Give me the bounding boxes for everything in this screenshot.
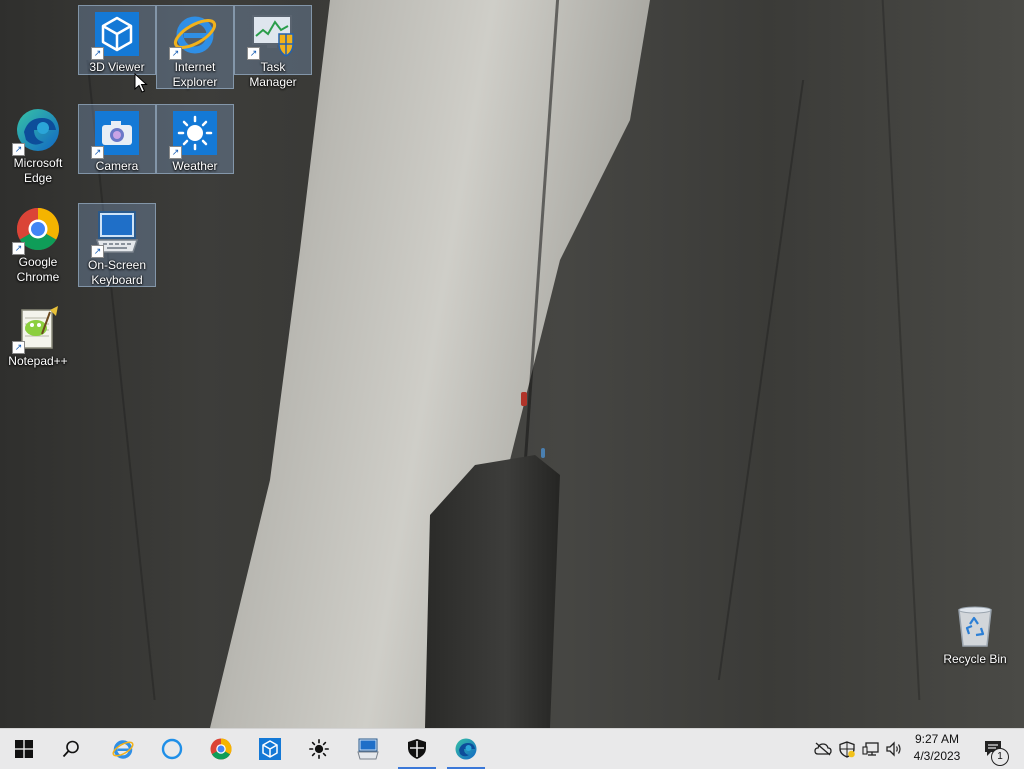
shield-icon [408, 739, 426, 759]
wallpaper-climber [521, 392, 527, 406]
wallpaper-crack [881, 0, 921, 700]
windows-logo-icon [15, 740, 33, 758]
desktop-icon-recycle-bin[interactable]: Recycle Bin [937, 598, 1013, 668]
camera-icon: ↗ [91, 109, 141, 159]
search-icon [62, 740, 79, 758]
action-center-button[interactable]: 1 [978, 729, 1009, 769]
taskbar-clock[interactable]: 9:27 AM 4/3/2023 [904, 731, 970, 767]
task-manager-icon: ↗ [247, 10, 297, 60]
taskbar-3d-viewer[interactable] [247, 729, 293, 769]
sun-icon [309, 739, 329, 759]
notification-count-badge: 1 [991, 748, 1009, 766]
tray-network[interactable] [860, 729, 882, 769]
wallpaper-climber [541, 448, 545, 458]
shortcut-arrow-icon: ↗ [169, 47, 182, 60]
clock-time: 9:27 AM [914, 732, 960, 746]
taskbar: 9:27 AM 4/3/2023 1 [0, 728, 1024, 769]
desktop-icon-label: Notepad++ [8, 354, 68, 368]
desktop-icon-weather[interactable]: ↗ Weather [156, 104, 234, 174]
desktop-icon-label: Weather [172, 159, 218, 173]
desktop-icon-internet-explorer[interactable]: ↗ Internet Explorer [156, 5, 234, 89]
ie-icon: ↗ [169, 10, 219, 60]
taskbar-google-chrome[interactable] [198, 729, 244, 769]
desktop-icon-3d-viewer[interactable]: ↗ 3D Viewer [78, 5, 156, 75]
desktop-icon-label: Google Chrome [16, 255, 60, 284]
desktop-icon-label: Recycle Bin [943, 652, 1007, 666]
keyboard-icon [357, 738, 379, 760]
cortana-icon [161, 738, 183, 760]
network-icon [862, 742, 879, 756]
cube-icon [259, 738, 281, 760]
desktop-icon-google-chrome[interactable]: ↗ Google Chrome [0, 201, 76, 284]
shortcut-arrow-icon: ↗ [12, 143, 25, 156]
recycle-bin-icon [951, 602, 999, 650]
desktop-icon-microsoft-edge[interactable]: ↗ Microsoft Edge [0, 102, 76, 185]
tray-onedrive[interactable] [812, 729, 834, 769]
search-button[interactable] [48, 729, 94, 769]
desktop-icon-label: Camera [95, 159, 139, 173]
shortcut-arrow-icon: ↗ [91, 47, 104, 60]
taskbar-windows-security[interactable] [394, 729, 440, 769]
mouse-cursor-icon [134, 73, 148, 93]
desktop-icon-label: Microsoft Edge [13, 156, 63, 185]
shortcut-arrow-icon: ↗ [247, 47, 260, 60]
cube-icon: ↗ [91, 10, 141, 60]
taskbar-cortana[interactable] [149, 729, 195, 769]
desktop-icon-camera[interactable]: ↗ Camera [78, 104, 156, 174]
volume-icon [886, 741, 901, 757]
onedrive-offline-icon [814, 742, 832, 756]
edge-icon [455, 738, 477, 760]
chrome-icon: ↗ [12, 205, 62, 255]
clock-date: 4/3/2023 [913, 749, 961, 763]
shortcut-arrow-icon: ↗ [12, 242, 25, 255]
taskbar-weather[interactable] [296, 729, 342, 769]
ie-icon [112, 740, 134, 759]
desktop-icon-on-screen-keyboard[interactable]: ↗ On-Screen Keyboard [78, 203, 156, 287]
desktop-icon-label: Internet Explorer [172, 60, 218, 89]
tray-volume[interactable] [883, 729, 905, 769]
start-button[interactable] [1, 729, 47, 769]
shortcut-arrow-icon: ↗ [169, 146, 182, 159]
taskbar-on-screen-keyboard[interactable] [345, 729, 391, 769]
notepad-plus-plus-icon: ↗ [12, 304, 62, 354]
security-warning-icon [839, 740, 855, 758]
desktop-icon-notepad-plus-plus[interactable]: ↗ Notepad++ [0, 300, 76, 368]
shortcut-arrow-icon: ↗ [91, 245, 104, 258]
desktop-icon-label: On-Screen Keyboard [87, 258, 147, 287]
keyboard-icon: ↗ [91, 208, 141, 258]
chrome-icon [210, 738, 232, 760]
taskbar-internet-explorer[interactable] [100, 729, 146, 769]
tray-security[interactable] [836, 729, 858, 769]
sun-icon: ↗ [169, 109, 219, 159]
shortcut-arrow-icon: ↗ [12, 341, 25, 354]
taskbar-microsoft-edge[interactable] [443, 729, 489, 769]
shortcut-arrow-icon: ↗ [91, 146, 104, 159]
desktop-icon-label: Task Manager [249, 60, 297, 89]
wallpaper-crack [717, 80, 805, 680]
desktop-icon-task-manager[interactable]: ↗ Task Manager [234, 5, 312, 89]
edge-icon: ↗ [12, 106, 62, 156]
